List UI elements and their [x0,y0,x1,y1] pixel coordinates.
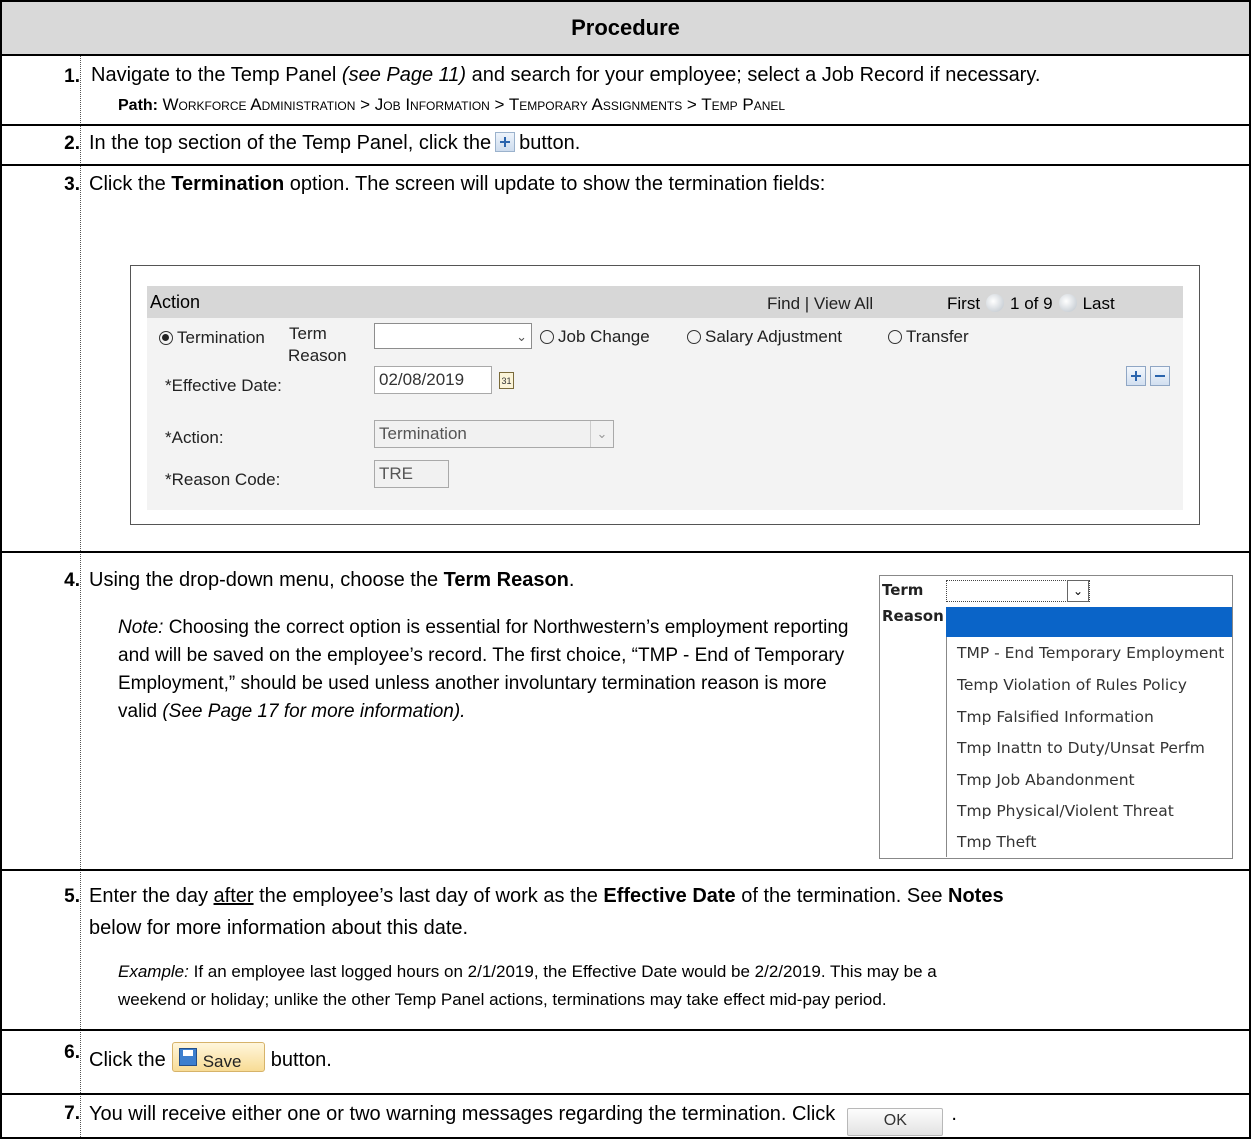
procedure-document: Procedure 1. Navigate to the Temp Panel … [0,0,1255,1139]
table-border-left [0,56,2,1139]
chevron-down-icon: ⌄ [1067,580,1089,602]
dropdown-option[interactable]: Tmp Falsified Information [957,708,1154,726]
number-column-divider [80,56,81,1139]
radio-icon [540,330,554,344]
action-label: *Action: [165,428,224,447]
step-1-text: Navigate to the Temp Panel (see Page 11)… [91,64,1041,86]
step-number: 5. [64,886,80,907]
calendar-icon[interactable]: 31 [499,372,514,389]
radio-icon [888,330,902,344]
dropdown-label: Term [882,581,924,599]
delete-row-button[interactable] [1150,366,1170,386]
step-1-path: Path: Workforce Administration > Job Inf… [118,95,786,114]
step-number: 7. [64,1103,80,1124]
reason-code-input: TRE [374,460,449,488]
row-divider [0,869,1251,871]
dropdown-label-2: Reason [882,607,944,625]
dropdown-selected-blank-option[interactable] [946,607,1232,637]
radio-icon [687,330,701,344]
dropdown-list-border [946,607,947,857]
term-reason-label-2: Reason [288,346,347,365]
term-reason-dropdown-screenshot: Term Reason ⌄ TMP - End Temporary Employ… [879,575,1233,859]
dropdown-option[interactable]: Temp Violation of Rules Policy [957,676,1187,694]
effective-date-input[interactable]: 02/08/2019 [374,366,492,394]
dropdown-option[interactable]: Tmp Job Abandonment [957,771,1135,789]
chevron-down-icon: ⌄ [516,329,527,344]
save-button[interactable]: Save [171,1042,265,1072]
action-panel-titlebar: Action Find | View All First 1 of 9 Last [147,286,1183,318]
chevron-down-icon: ⌄ [590,421,613,447]
radio-termination[interactable]: Termination [159,328,265,348]
step-number: 3. [64,174,80,195]
step-5-example: Example: If an employee last logged hour… [118,962,937,981]
step-6-text: Click the Save button. [89,1042,332,1075]
step-4-text: Using the drop-down menu, choose the Ter… [89,569,575,591]
row-divider [0,124,1251,126]
step-5-example-line2: weekend or holiday; unlike the other Tem… [118,990,887,1009]
next-arrow-icon[interactable] [1058,294,1077,312]
record-navigation: First 1 of 9 Last [947,294,1115,314]
first-link[interactable]: First [947,294,980,313]
step-2-text: In the top section of the Temp Panel, cl… [89,132,581,154]
find-view-all-link[interactable]: Find | View All [767,294,873,314]
step-4-note: Note: Choosing the correct option is ess… [118,617,849,722]
step-3-text: Click the Termination option. The screen… [89,173,826,195]
radio-job-change[interactable]: Job Change [540,327,650,347]
step-number: 6. [64,1042,80,1063]
previous-arrow-icon[interactable] [986,294,1005,312]
step-number: 2. [64,133,80,154]
step-7-text: You will receive either one or two warni… [89,1099,957,1136]
action-panel-title: Action [150,292,201,312]
radio-selected-icon [159,331,173,345]
row-divider [0,1093,1251,1095]
term-reason-select[interactable]: ⌄ [946,580,1090,602]
effective-date-label: *Effective Date: [165,376,282,395]
action-panel-screenshot: Action Find | View All First 1 of 9 Last T… [130,265,1200,525]
term-reason-label: Term [289,324,327,343]
record-count: 1 of 9 [1010,294,1053,313]
dropdown-option[interactable]: Tmp Physical/Violent Threat [957,802,1174,820]
procedure-header: Procedure [0,0,1251,56]
table-border-right [1249,56,1251,1139]
dropdown-option[interactable]: TMP - End Temporary Employment [957,644,1224,662]
radio-salary-adjustment[interactable]: Salary Adjustment [687,327,842,347]
dropdown-option[interactable]: Tmp Theft [957,833,1036,851]
row-divider [0,1029,1251,1031]
add-row-button[interactable] [1126,366,1146,386]
last-link[interactable]: Last [1083,294,1115,313]
row-divider [0,164,1251,166]
step-5-text: Enter the day after the employee’s last … [89,885,1004,907]
action-panel-body: Termination Term Reason ⌄ Job Change Sal… [147,318,1183,510]
procedure-title: Procedure [571,15,680,40]
step-5-text-line2: below for more information about this da… [89,917,469,939]
term-reason-select[interactable]: ⌄ [374,323,532,349]
save-disk-icon [178,1048,197,1066]
radio-transfer[interactable]: Transfer [888,327,969,347]
step-number: 4. [64,570,80,591]
row-divider [0,551,1251,553]
ok-button[interactable]: OK [847,1108,944,1136]
plus-icon [495,132,516,152]
reason-code-label: *Reason Code: [165,470,281,489]
step-number: 1. [64,66,80,87]
action-select: Termination ⌄ [374,420,614,448]
dropdown-option[interactable]: Tmp Inattn to Duty/Unsat Perfm [957,739,1205,757]
